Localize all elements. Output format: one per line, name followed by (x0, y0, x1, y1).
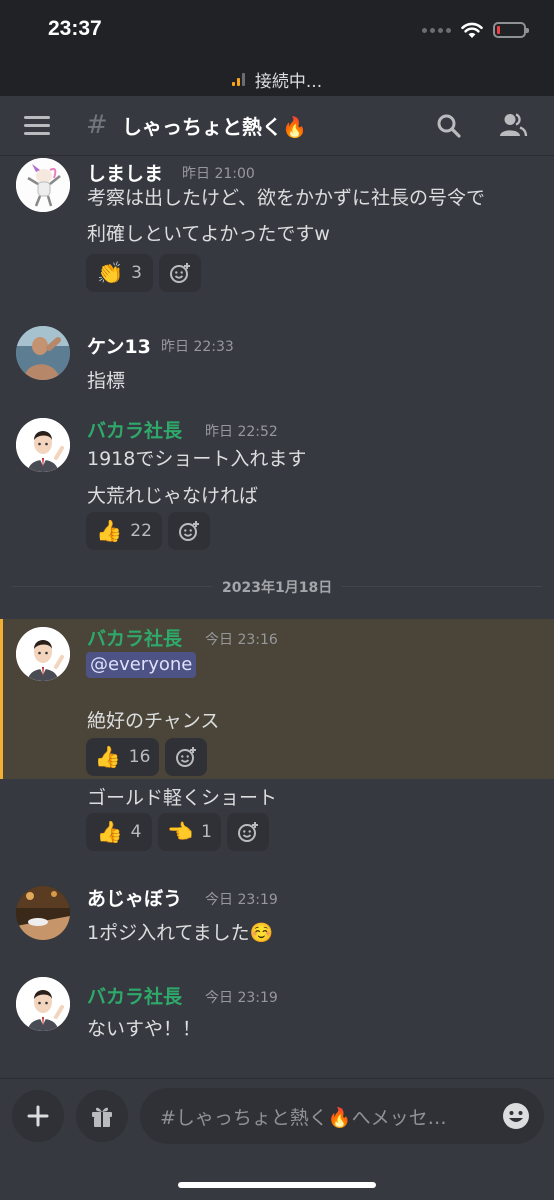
avatar[interactable] (16, 418, 70, 472)
avatar[interactable] (16, 886, 70, 940)
mention-everyone[interactable]: @everyone (86, 652, 197, 678)
message-timestamp: 今日 23:16 (205, 632, 278, 648)
add-emoji-icon (238, 822, 258, 842)
message-text: 利確しといてよかったですw (87, 223, 330, 245)
plus-icon (27, 1105, 49, 1127)
add-reaction-button[interactable] (159, 254, 201, 292)
message-input-placeholder: #しゃっちょと熱く🔥へメッセ… (160, 1107, 447, 1129)
home-indicator (178, 1182, 376, 1188)
menu-icon[interactable] (24, 116, 50, 136)
message-timestamp: 昨日 22:52 (205, 424, 278, 440)
reaction-point-left[interactable]: 👈 1 (158, 813, 221, 851)
message-text: 絶好のチャンス (87, 710, 220, 732)
search-icon[interactable] (436, 113, 462, 139)
gift-icon (92, 1107, 112, 1127)
message-author[interactable]: バカラ社長 (87, 416, 182, 443)
reaction-clap[interactable]: 👏 3 (86, 254, 153, 292)
add-emoji-icon (170, 263, 190, 283)
avatar[interactable] (16, 977, 70, 1031)
add-emoji-icon (176, 747, 196, 767)
message-text: ゴールド軽くショート (87, 787, 278, 809)
message-author[interactable]: あじゃぼう (87, 884, 182, 911)
add-reaction-button[interactable] (168, 512, 210, 550)
thumbs-up-icon: 👍 (96, 819, 123, 844)
avatar[interactable] (16, 326, 70, 380)
add-emoji-icon (179, 521, 199, 541)
message-text: 1918でショート入れます (87, 448, 307, 470)
connection-signal-icon (231, 72, 245, 86)
message-author[interactable]: バカラ社長 (87, 982, 182, 1009)
message-text: 指標 (87, 370, 126, 392)
message-text: 1ポジ入れてました☺️ (87, 922, 274, 944)
message-author[interactable]: ケン13 (87, 332, 151, 359)
avatar[interactable] (16, 158, 70, 212)
channel-hash-icon: # (86, 110, 108, 140)
thumbs-up-icon: 👍 (96, 518, 123, 543)
point-left-icon: 👈 (167, 819, 194, 844)
reaction-count: 4 (130, 822, 142, 842)
signal-icon (422, 27, 451, 33)
clap-icon: 👏 (97, 260, 124, 285)
message-author[interactable]: バカラ社長 (87, 624, 182, 651)
reaction-count: 3 (131, 263, 142, 283)
gift-button[interactable] (76, 1090, 128, 1142)
reaction-thumbs-up[interactable]: 👍 4 (86, 813, 152, 851)
status-icons (422, 20, 529, 40)
thumbs-up-icon: 👍 (94, 744, 121, 769)
connection-text: 接続中... (254, 71, 323, 92)
reaction-count: 16 (128, 747, 151, 767)
avatar[interactable] (16, 627, 70, 681)
connection-banner: 接続中... (0, 62, 554, 96)
message-timestamp: 今日 23:19 (205, 990, 278, 1006)
emoji-picker-icon[interactable] (502, 1102, 530, 1130)
add-reaction-button[interactable] (227, 813, 269, 851)
date-divider-label: 2023年1月18日 (212, 577, 343, 597)
add-reaction-button[interactable] (165, 738, 207, 776)
message-timestamp: 昨日 21:00 (182, 166, 255, 182)
add-attachment-button[interactable] (12, 1090, 64, 1142)
reaction-thumbs-up[interactable]: 👍 22 (86, 512, 162, 550)
message-timestamp: 昨日 22:33 (161, 339, 234, 355)
message-input[interactable]: #しゃっちょと熱く🔥へメッセ… (140, 1088, 544, 1144)
battery-icon (493, 22, 529, 38)
message-timestamp: 今日 23:19 (205, 892, 278, 908)
channel-header: # しゃっちょと熱く🔥 (0, 96, 554, 156)
message-text: ないすや！！ (87, 1018, 202, 1040)
reaction-count: 22 (130, 521, 152, 541)
status-bar: 23:37 (0, 0, 554, 62)
members-icon[interactable] (498, 112, 528, 138)
status-time: 23:37 (48, 17, 102, 40)
reaction-count: 1 (201, 822, 212, 842)
channel-title[interactable]: しゃっちょと熱く🔥 (122, 111, 307, 140)
message-author[interactable]: しましま (87, 159, 163, 186)
message-text: 大荒れじゃなければ (87, 485, 259, 507)
message-text: 考察は出したけど、欲をかかずに社長の号令で (87, 187, 486, 209)
wifi-icon (461, 22, 483, 38)
reaction-thumbs-up[interactable]: 👍 16 (86, 738, 159, 776)
